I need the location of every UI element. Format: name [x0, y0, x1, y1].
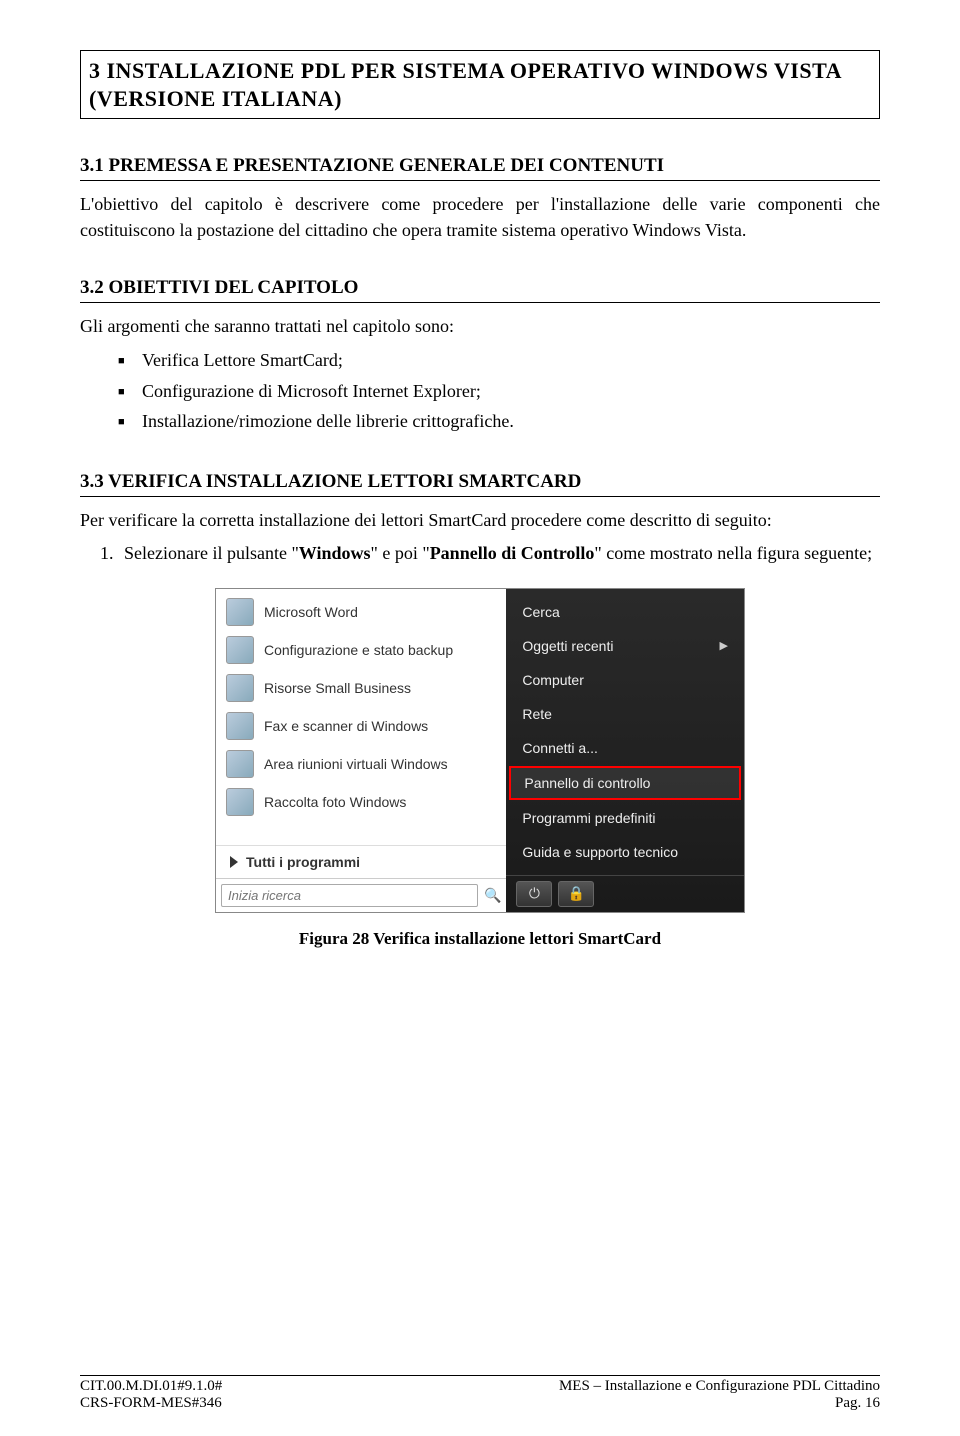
right-item-label: Guida e supporto tecnico: [522, 844, 678, 860]
text-bold: Pannello di Controllo: [430, 543, 595, 563]
start-menu-right-panel: Cerca Oggetti recenti ▶ Computer Rete Con…: [506, 589, 744, 912]
app-icon: [226, 788, 254, 816]
app-icon: [226, 636, 254, 664]
right-item-connect[interactable]: Connetti a...: [506, 731, 744, 765]
list-3-2: Verifica Lettore SmartCard; Configurazio…: [80, 345, 880, 437]
list-item: Configurazione di Microsoft Internet Exp…: [118, 376, 880, 407]
app-icon: [226, 674, 254, 702]
start-menu-left-panel: Microsoft Word Configurazione e stato ba…: [216, 589, 506, 912]
right-item-label: Rete: [522, 706, 552, 722]
list-item: Installazione/rimozione delle librerie c…: [118, 406, 880, 437]
start-menu-item[interactable]: Configurazione e stato backup: [216, 631, 506, 669]
text-bold: Windows: [299, 543, 371, 563]
heading-1-box: 3 INSTALLAZIONE PDL PER SISTEMA OPERATIV…: [80, 50, 880, 119]
right-item-default-programs[interactable]: Programmi predefiniti: [506, 801, 744, 835]
search-icon: 🔍: [484, 887, 501, 904]
start-menu-item-label: Risorse Small Business: [264, 680, 411, 696]
list-item: Verifica Lettore SmartCard;: [118, 345, 880, 376]
right-item-control-panel[interactable]: Pannello di controllo: [509, 766, 741, 800]
right-item-label: Programmi predefiniti: [522, 810, 655, 826]
footer-left-2: CRS-FORM-MES#346: [80, 1395, 222, 1412]
heading-3-3: 3.3 VERIFICA INSTALLAZIONE LETTORI SMART…: [80, 471, 880, 497]
start-menu-item[interactable]: Microsoft Word: [216, 593, 506, 631]
right-item-network[interactable]: Rete: [506, 697, 744, 731]
paragraph-3-3-intro: Per verificare la corretta installazione…: [80, 507, 880, 533]
power-buttons: ⏻ 🔒: [506, 875, 744, 912]
right-item-recent[interactable]: Oggetti recenti ▶: [506, 629, 744, 663]
start-menu-item-label: Fax e scanner di Windows: [264, 718, 428, 734]
right-item-label: Computer: [522, 672, 583, 688]
start-menu-item-label: Configurazione e stato backup: [264, 642, 453, 658]
start-menu-item-label: Area riunioni virtuali Windows: [264, 756, 448, 772]
all-programs-label: Tutti i programmi: [246, 854, 360, 870]
right-item-label: Pannello di controllo: [524, 775, 650, 791]
start-menu: Microsoft Word Configurazione e stato ba…: [215, 588, 745, 913]
figure-28: Microsoft Word Configurazione e stato ba…: [80, 588, 880, 949]
heading-3-2: 3.2 OBIETTIVI DEL CAPITOLO: [80, 277, 880, 303]
right-item-search[interactable]: Cerca: [506, 595, 744, 629]
right-item-help[interactable]: Guida e supporto tecnico: [506, 835, 744, 869]
right-item-label: Connetti a...: [522, 740, 598, 756]
list-item: Selezionare il pulsante "Windows" e poi …: [118, 539, 880, 568]
start-menu-item-label: Raccolta foto Windows: [264, 794, 406, 810]
right-item-label: Cerca: [522, 604, 559, 620]
app-icon: [226, 712, 254, 740]
app-icon: [226, 750, 254, 778]
heading-3-1: 3.1 PREMESSA E PRESENTAZIONE GENERALE DE…: [80, 155, 880, 181]
heading-1: 3 INSTALLAZIONE PDL PER SISTEMA OPERATIV…: [89, 57, 871, 112]
footer-right-2: Pag. 16: [559, 1395, 880, 1412]
start-menu-item-label: Microsoft Word: [264, 604, 358, 620]
start-menu-item[interactable]: Risorse Small Business: [216, 669, 506, 707]
chevron-right-icon: ▶: [720, 639, 728, 652]
footer-right-1: MES – Installazione e Configurazione PDL…: [559, 1378, 880, 1395]
chevron-right-icon: [230, 856, 238, 868]
right-item-computer[interactable]: Computer: [506, 663, 744, 697]
lock-button[interactable]: 🔒: [558, 881, 594, 907]
text: Selezionare il pulsante ": [124, 543, 299, 563]
start-menu-item[interactable]: Fax e scanner di Windows: [216, 707, 506, 745]
lock-icon: 🔒: [568, 885, 585, 902]
start-menu-item[interactable]: Raccolta foto Windows: [216, 783, 506, 821]
ordered-list-3-3: Selezionare il pulsante "Windows" e poi …: [80, 539, 880, 568]
search-box: 🔍: [216, 878, 506, 912]
paragraph-3-1: L'obiettivo del capitolo è descrivere co…: [80, 191, 880, 243]
paragraph-3-2-intro: Gli argomenti che saranno trattati nel c…: [80, 313, 880, 339]
start-menu-item[interactable]: Area riunioni virtuali Windows: [216, 745, 506, 783]
footer-left-1: CIT.00.M.DI.01#9.1.0#: [80, 1378, 222, 1395]
figure-caption: Figura 28 Verifica installazione lettori…: [80, 929, 880, 949]
power-icon: ⏻: [529, 885, 540, 902]
all-programs-button[interactable]: Tutti i programmi: [216, 845, 506, 878]
app-icon: [226, 598, 254, 626]
right-item-label: Oggetti recenti: [522, 638, 613, 654]
power-button[interactable]: ⏻: [516, 881, 552, 907]
search-input[interactable]: [221, 884, 478, 907]
text: " come mostrato nella figura seguente;: [594, 543, 872, 563]
text: " e poi ": [371, 543, 430, 563]
page-footer: CIT.00.M.DI.01#9.1.0# CRS-FORM-MES#346 M…: [80, 1375, 880, 1412]
